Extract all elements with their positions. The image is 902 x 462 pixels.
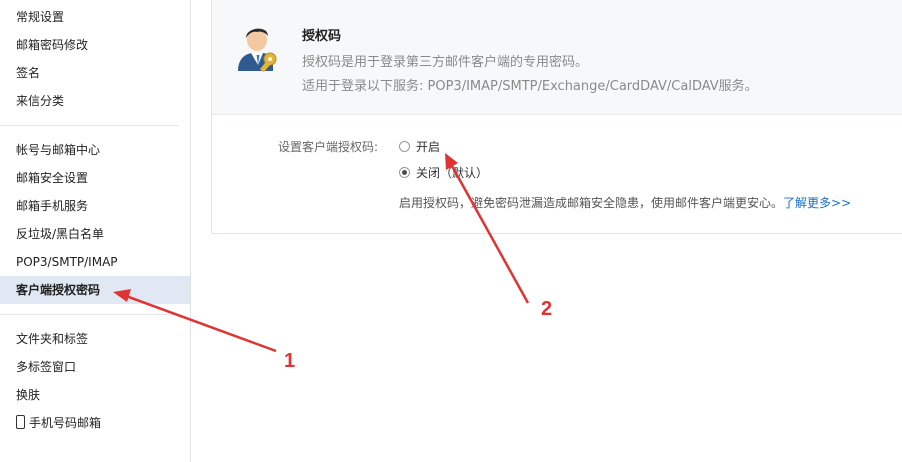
sidebar-item-antispam[interactable]: 反垃圾/黑白名单 bbox=[0, 220, 190, 248]
sidebar-item-phone-mailbox[interactable]: 手机号码邮箱 bbox=[0, 409, 190, 437]
radio-label-off: 关闭（默认） bbox=[416, 166, 489, 180]
sidebar-item-folders-tags[interactable]: 文件夹和标签 bbox=[0, 325, 190, 353]
sidebar-item-general[interactable]: 常规设置 bbox=[0, 3, 190, 31]
auth-code-hint: 启用授权码，避免密码泄漏造成邮箱安全隐患，使用邮件客户端更安心。了解更多>> bbox=[399, 194, 851, 211]
sidebar-item-multi-tab[interactable]: 多标签窗口 bbox=[0, 353, 190, 381]
sidebar-item-mobile-service[interactable]: 邮箱手机服务 bbox=[0, 192, 190, 220]
sidebar-item-security[interactable]: 邮箱安全设置 bbox=[0, 164, 190, 192]
settings-sidebar: 常规设置 邮箱密码修改 签名 来信分类 帐号与邮箱中心 邮箱安全设置 邮箱手机服… bbox=[0, 0, 191, 462]
sidebar-divider bbox=[0, 125, 178, 126]
auth-code-setting-label: 设置客户端授权码: bbox=[278, 140, 379, 154]
sidebar-item-label: 手机号码邮箱 bbox=[29, 416, 102, 430]
sidebar-item-skin[interactable]: 换肤 bbox=[0, 381, 190, 409]
disable-auth-code-radio[interactable]: 关闭（默认） bbox=[399, 165, 488, 181]
annotation-label-1: 1 bbox=[284, 350, 296, 372]
mobile-phone-icon bbox=[16, 415, 25, 429]
panel-description: 授权码是用于登录第三方邮件客户端的专用密码。 bbox=[302, 55, 589, 70]
radio-circle-selected[interactable] bbox=[399, 167, 410, 178]
sidebar-item-signature[interactable]: 签名 bbox=[0, 59, 190, 87]
panel-header: 授权码 授权码是用于登录第三方邮件客户端的专用密码。 适用于登录以下服务: PO… bbox=[212, 0, 902, 115]
sidebar-item-client-auth-code[interactable]: 客户端授权密码 bbox=[0, 276, 190, 304]
enable-auth-code-radio[interactable]: 开启 bbox=[399, 139, 440, 155]
radio-circle[interactable] bbox=[399, 141, 410, 152]
sidebar-item-pop3[interactable]: POP3/SMTP/IMAP bbox=[0, 248, 190, 276]
sidebar-item-account-center[interactable]: 帐号与邮箱中心 bbox=[0, 136, 190, 164]
panel-services: 适用于登录以下服务: POP3/IMAP/SMTP/Exchange/CardD… bbox=[302, 79, 758, 94]
annotation-label-2: 2 bbox=[541, 298, 553, 320]
hint-text: 启用授权码，避免密码泄漏造成邮箱安全隐患，使用邮件客户端更安心。 bbox=[399, 196, 784, 210]
sidebar-item-password[interactable]: 邮箱密码修改 bbox=[0, 31, 190, 59]
sidebar-item-mail-filter[interactable]: 来信分类 bbox=[0, 87, 190, 115]
learn-more-link[interactable]: 了解更多>> bbox=[783, 196, 851, 210]
radio-label-on: 开启 bbox=[416, 140, 441, 154]
auth-code-panel: 授权码 授权码是用于登录第三方邮件客户端的专用密码。 适用于登录以下服务: PO… bbox=[211, 0, 902, 234]
sidebar-divider bbox=[0, 314, 178, 315]
user-key-icon bbox=[238, 28, 277, 73]
panel-title: 授权码 bbox=[302, 29, 342, 44]
